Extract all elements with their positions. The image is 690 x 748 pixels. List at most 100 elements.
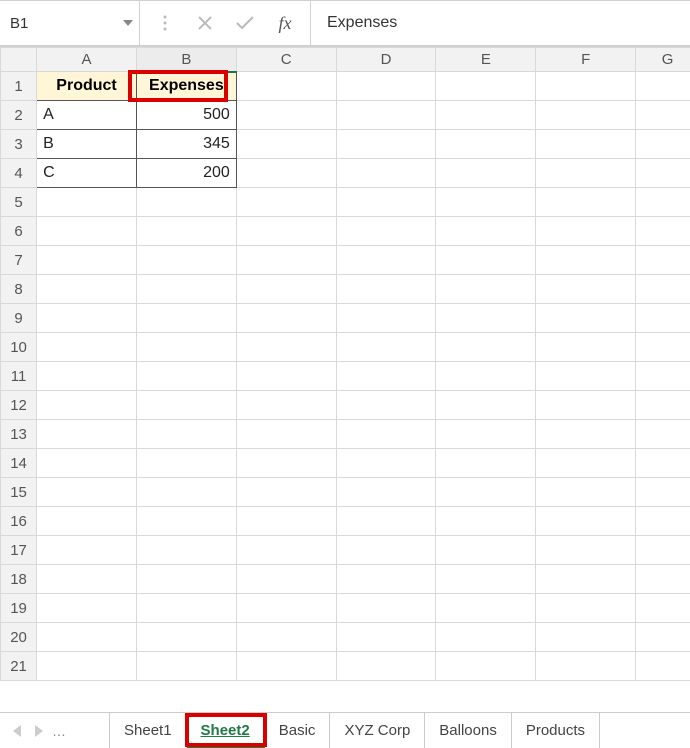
- row-header-6[interactable]: 6: [1, 217, 37, 246]
- cell-G14[interactable]: [636, 449, 690, 478]
- cell-D15[interactable]: [336, 478, 436, 507]
- cell-C16[interactable]: [236, 507, 336, 536]
- cell-A10[interactable]: [37, 333, 137, 362]
- cell-C3[interactable]: [236, 130, 336, 159]
- cell-F19[interactable]: [536, 594, 636, 623]
- cell-D8[interactable]: [336, 275, 436, 304]
- cell-F5[interactable]: [536, 188, 636, 217]
- cell-E13[interactable]: [436, 420, 536, 449]
- cell-E20[interactable]: [436, 623, 536, 652]
- cell-F16[interactable]: [536, 507, 636, 536]
- cell-A5[interactable]: [37, 188, 137, 217]
- cell-F11[interactable]: [536, 362, 636, 391]
- col-header-C[interactable]: C: [236, 48, 336, 72]
- sheet-tab-balloons[interactable]: Balloons: [425, 713, 512, 748]
- select-all-corner[interactable]: [1, 48, 37, 72]
- cell-G13[interactable]: [636, 420, 690, 449]
- cell-C4[interactable]: [236, 159, 336, 188]
- cell-D2[interactable]: [336, 101, 436, 130]
- cell-A13[interactable]: [37, 420, 137, 449]
- cell-G9[interactable]: [636, 304, 690, 333]
- cell-A6[interactable]: [37, 217, 137, 246]
- cell-C5[interactable]: [236, 188, 336, 217]
- cell-D5[interactable]: [336, 188, 436, 217]
- cell-G15[interactable]: [636, 478, 690, 507]
- cell-B2[interactable]: 500: [136, 101, 236, 130]
- confirm-icon[interactable]: [232, 10, 258, 36]
- cell-G4[interactable]: [636, 159, 690, 188]
- cell-D13[interactable]: [336, 420, 436, 449]
- cell-G19[interactable]: [636, 594, 690, 623]
- cell-B21[interactable]: [136, 652, 236, 681]
- cell-C21[interactable]: [236, 652, 336, 681]
- cell-C10[interactable]: [236, 333, 336, 362]
- cell-E8[interactable]: [436, 275, 536, 304]
- cell-E5[interactable]: [436, 188, 536, 217]
- cell-F3[interactable]: [536, 130, 636, 159]
- cell-E1[interactable]: [436, 72, 536, 101]
- tab-nav-more-icon[interactable]: …: [52, 723, 66, 739]
- cell-E10[interactable]: [436, 333, 536, 362]
- cell-F4[interactable]: [536, 159, 636, 188]
- cell-C13[interactable]: [236, 420, 336, 449]
- cell-F18[interactable]: [536, 565, 636, 594]
- cell-F1[interactable]: [536, 72, 636, 101]
- col-header-D[interactable]: D: [336, 48, 436, 72]
- cell-D9[interactable]: [336, 304, 436, 333]
- cell-C2[interactable]: [236, 101, 336, 130]
- cell-B3[interactable]: 345: [136, 130, 236, 159]
- cell-B5[interactable]: [136, 188, 236, 217]
- cell-G17[interactable]: [636, 536, 690, 565]
- cell-F7[interactable]: [536, 246, 636, 275]
- cell-E3[interactable]: [436, 130, 536, 159]
- row-header-14[interactable]: 14: [1, 449, 37, 478]
- cell-A1[interactable]: Product: [37, 72, 137, 101]
- cell-A15[interactable]: [37, 478, 137, 507]
- cell-D18[interactable]: [336, 565, 436, 594]
- col-header-E[interactable]: E: [436, 48, 536, 72]
- row-header-20[interactable]: 20: [1, 623, 37, 652]
- cell-E7[interactable]: [436, 246, 536, 275]
- cell-D11[interactable]: [336, 362, 436, 391]
- cell-G3[interactable]: [636, 130, 690, 159]
- cell-F13[interactable]: [536, 420, 636, 449]
- cell-G1[interactable]: [636, 72, 690, 101]
- cell-A3[interactable]: B: [37, 130, 137, 159]
- cell-D12[interactable]: [336, 391, 436, 420]
- row-header-16[interactable]: 16: [1, 507, 37, 536]
- cell-F2[interactable]: [536, 101, 636, 130]
- cell-G5[interactable]: [636, 188, 690, 217]
- cell-F21[interactable]: [536, 652, 636, 681]
- cell-D10[interactable]: [336, 333, 436, 362]
- cell-C6[interactable]: [236, 217, 336, 246]
- cell-B7[interactable]: [136, 246, 236, 275]
- cell-F9[interactable]: [536, 304, 636, 333]
- row-header-2[interactable]: 2: [1, 101, 37, 130]
- col-header-B[interactable]: B: [136, 48, 236, 72]
- cell-F10[interactable]: [536, 333, 636, 362]
- cell-D14[interactable]: [336, 449, 436, 478]
- col-header-G[interactable]: G: [636, 48, 690, 72]
- cell-F14[interactable]: [536, 449, 636, 478]
- cell-A21[interactable]: [37, 652, 137, 681]
- row-header-18[interactable]: 18: [1, 565, 37, 594]
- cell-G10[interactable]: [636, 333, 690, 362]
- cell-B1[interactable]: Expenses: [136, 72, 236, 101]
- cell-E2[interactable]: [436, 101, 536, 130]
- row-header-17[interactable]: 17: [1, 536, 37, 565]
- sheet-tab-xyz-corp[interactable]: XYZ Corp: [330, 713, 425, 748]
- cell-D17[interactable]: [336, 536, 436, 565]
- cell-B16[interactable]: [136, 507, 236, 536]
- cell-G12[interactable]: [636, 391, 690, 420]
- cell-G21[interactable]: [636, 652, 690, 681]
- row-header-21[interactable]: 21: [1, 652, 37, 681]
- cell-B11[interactable]: [136, 362, 236, 391]
- cell-G8[interactable]: [636, 275, 690, 304]
- cell-G11[interactable]: [636, 362, 690, 391]
- cell-A20[interactable]: [37, 623, 137, 652]
- cell-E19[interactable]: [436, 594, 536, 623]
- row-header-11[interactable]: 11: [1, 362, 37, 391]
- sheet-tab-basic[interactable]: Basic: [265, 713, 331, 748]
- cell-E21[interactable]: [436, 652, 536, 681]
- cell-D21[interactable]: [336, 652, 436, 681]
